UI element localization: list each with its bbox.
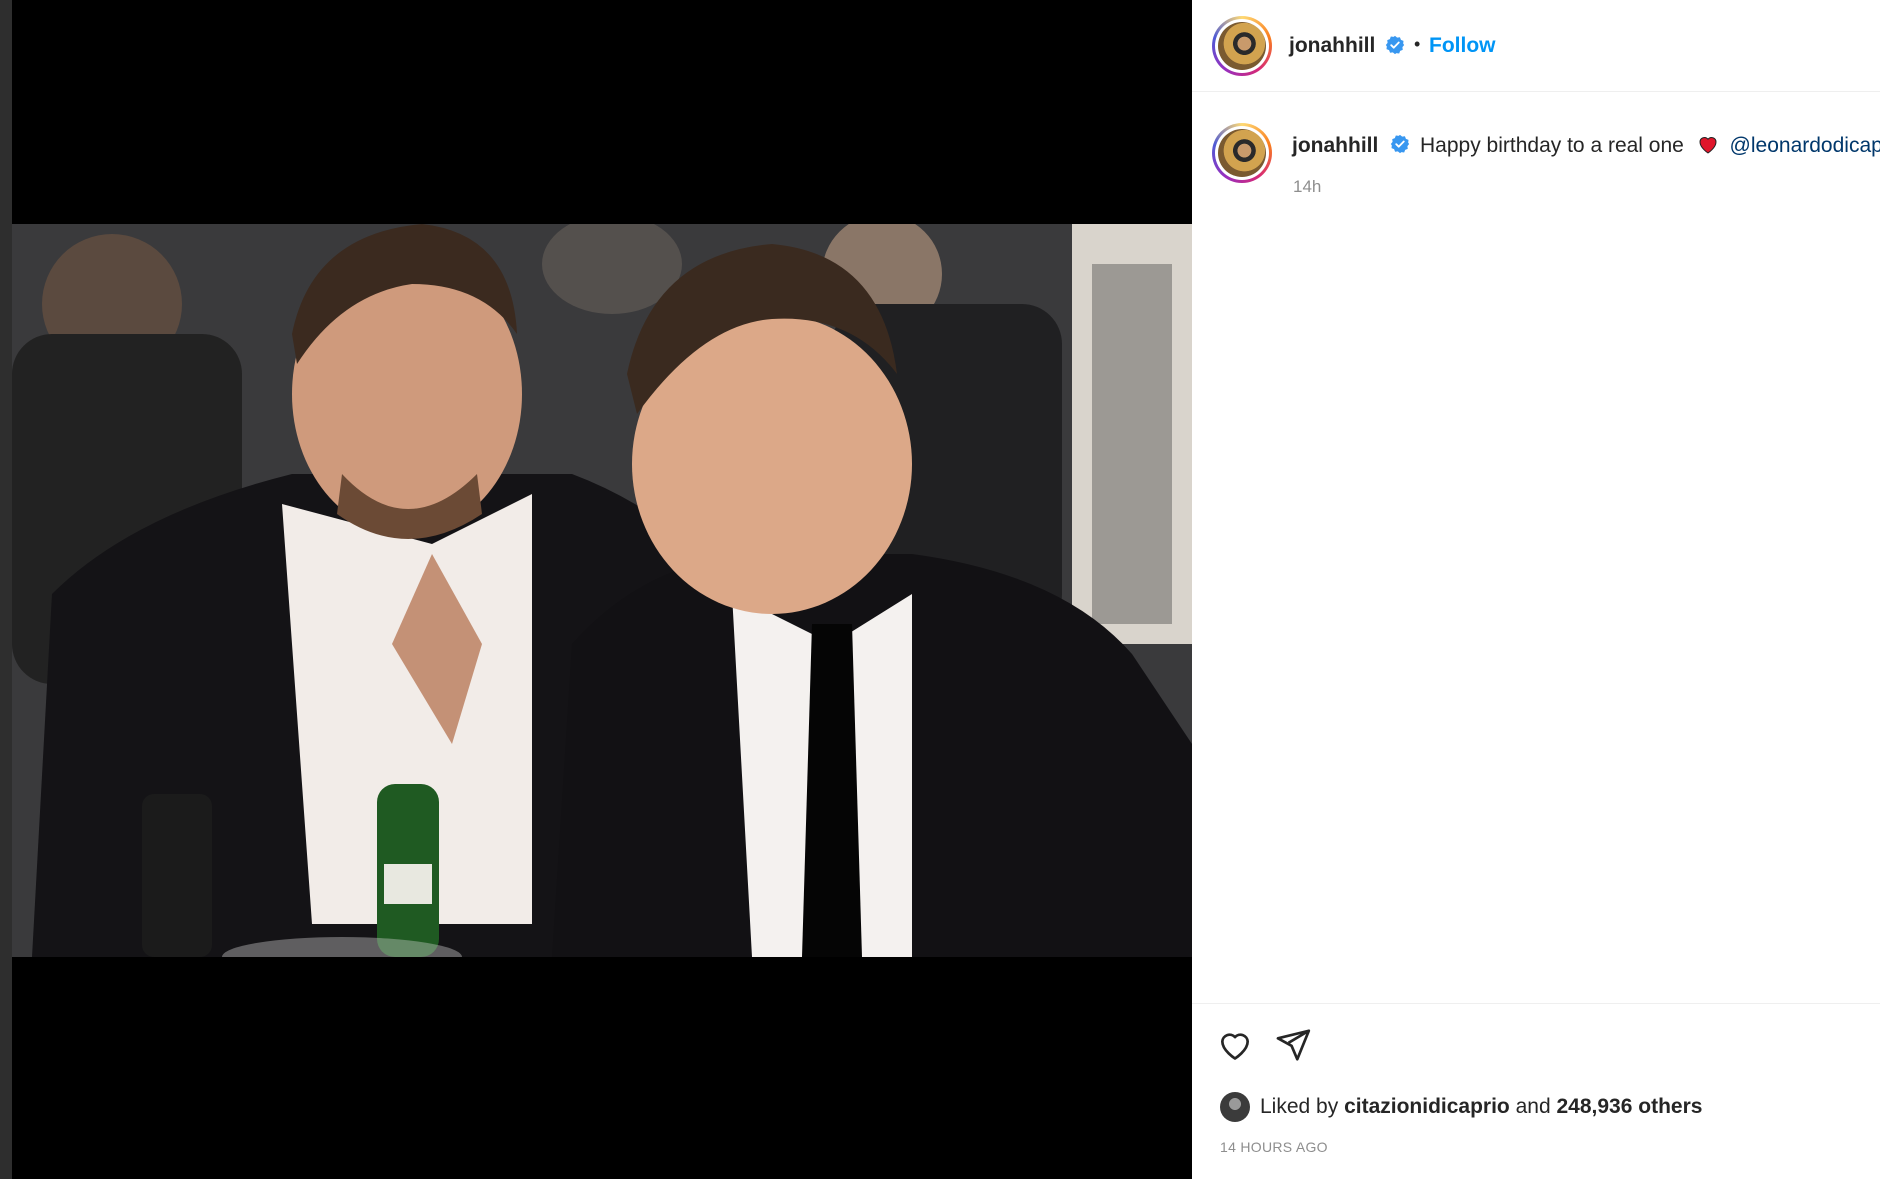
likes-and: and <box>1515 1095 1551 1118</box>
caption-timestamp: 14h <box>1293 177 1322 196</box>
likes-prefix: Liked by <box>1260 1095 1339 1118</box>
post-sidebar: jonahhill • Follow jonahhill Happy birth… <box>1192 0 1880 1179</box>
post-header: jonahhill • Follow <box>1192 0 1880 92</box>
caption-username[interactable]: jonahhill <box>1292 134 1378 157</box>
caption-text: jonahhill Happy birthday to a real one @… <box>1292 132 1880 158</box>
verified-badge-icon <box>1391 135 1410 154</box>
separator-dot: • <box>1414 34 1421 54</box>
photo-illustration <box>12 224 1192 957</box>
post-time-ago: 14 HOURS AGO <box>1220 1139 1328 1155</box>
likes-count[interactable]: 248,936 others <box>1557 1095 1703 1119</box>
instagram-post-modal: jonahhill • Follow jonahhill Happy birth… <box>0 0 1880 1179</box>
caption-mention-link[interactable]: @leonardodicaprio <box>1730 134 1880 157</box>
author-avatar[interactable] <box>1212 16 1272 76</box>
like-heart-icon[interactable] <box>1216 1026 1254 1069</box>
heart-emoji-icon <box>1699 137 1717 154</box>
liker-avatar[interactable] <box>1220 1092 1250 1122</box>
likes-summary: Liked by citazionidicaprio and 248,936 o… <box>1220 1092 1702 1122</box>
follow-button[interactable]: Follow <box>1429 34 1496 58</box>
verified-badge-icon <box>1385 35 1405 55</box>
post-actions-footer: Liked by citazionidicaprio and 248,936 o… <box>1192 1003 1880 1179</box>
caption-avatar[interactable] <box>1212 123 1272 183</box>
liker-username[interactable]: citazionidicaprio <box>1344 1095 1510 1119</box>
background-strip <box>0 0 12 1179</box>
post-media[interactable] <box>12 0 1192 1179</box>
caption-body: Happy birthday to a real one <box>1420 134 1684 157</box>
author-username[interactable]: jonahhill <box>1289 34 1375 58</box>
share-send-icon[interactable] <box>1274 1026 1312 1069</box>
post-photo <box>12 224 1192 957</box>
